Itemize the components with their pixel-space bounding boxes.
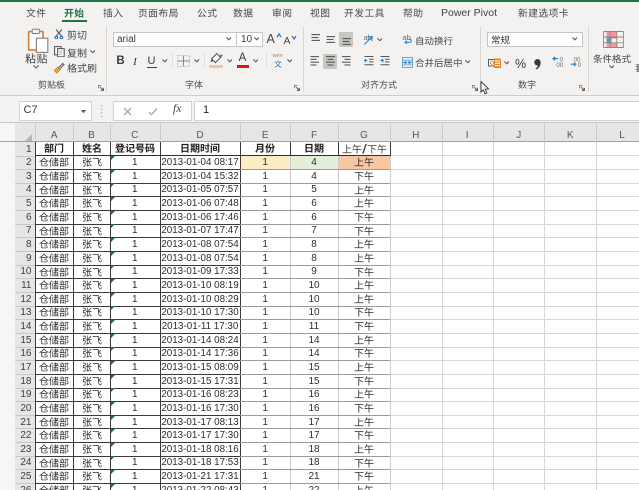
svg-text:0: 0	[577, 62, 581, 68]
svg-text:00: 00	[556, 62, 563, 68]
